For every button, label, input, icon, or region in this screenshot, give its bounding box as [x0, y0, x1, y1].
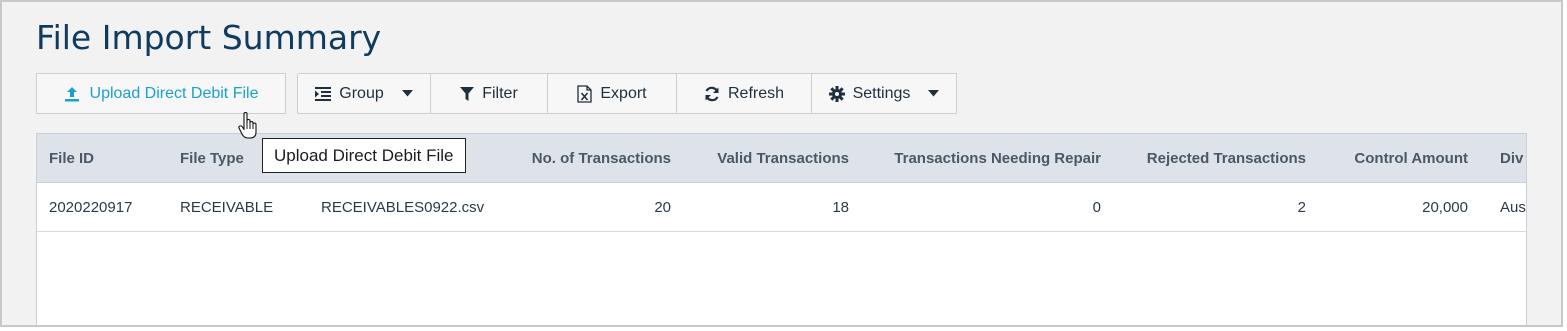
upload-button-tooltip: Upload Direct Debit File	[262, 138, 466, 173]
column-header-num-transactions[interactable]: No. of Transactions	[532, 150, 671, 167]
cell-division: Aus	[1500, 199, 1526, 216]
filter-button-label: Filter	[482, 84, 518, 102]
settings-button[interactable]: Settings	[811, 73, 957, 114]
column-header-file-type[interactable]: File Type	[180, 150, 244, 167]
chevron-down-icon	[401, 90, 413, 97]
gear-icon	[828, 85, 845, 102]
table-row[interactable]: 2020220917 RECEIVABLE RECEIVABLES0922.cs…	[37, 183, 1526, 232]
page-title: File Import Summary	[36, 18, 382, 57]
refresh-button-label: Refresh	[727, 84, 785, 102]
chevron-down-icon	[928, 90, 940, 97]
cell-file-id: 2020220917	[49, 199, 133, 216]
upload-button-label: Upload Direct Debit File	[89, 84, 259, 102]
file-import-table: File ID File Type No. of Transactions Va…	[36, 133, 1527, 325]
app-frame: File Import Summary Upload Direct Debit …	[0, 0, 1563, 327]
group-icon	[315, 86, 332, 101]
upload-icon	[64, 86, 80, 102]
group-button-label: Group	[339, 84, 384, 102]
cell-needing-repair: 0	[1092, 199, 1101, 216]
filter-button[interactable]: Filter	[430, 73, 548, 114]
filter-icon	[460, 86, 475, 101]
column-header-needing-repair[interactable]: Transactions Needing Repair	[894, 150, 1101, 167]
refresh-button[interactable]: Refresh	[676, 73, 812, 114]
cell-file-name: RECEIVABLES0922.csv	[321, 199, 485, 216]
upload-direct-debit-button[interactable]: Upload Direct Debit File	[36, 73, 286, 114]
table-header: File ID File Type No. of Transactions Va…	[37, 134, 1526, 183]
hand-pointer-icon	[238, 111, 260, 145]
column-header-control-amount[interactable]: Control Amount	[1354, 150, 1468, 167]
cell-control-amount: 20,000	[1422, 199, 1468, 216]
settings-button-label: Settings	[852, 84, 911, 102]
cell-num-transactions: 20	[654, 199, 671, 216]
cell-file-type: RECEIVABLE	[180, 199, 274, 216]
column-header-division[interactable]: Div	[1500, 150, 1523, 167]
column-header-rejected[interactable]: Rejected Transactions	[1147, 150, 1306, 167]
column-header-valid-transactions[interactable]: Valid Transactions	[717, 150, 849, 167]
cell-rejected: 2	[1297, 199, 1306, 216]
column-header-file-id[interactable]: File ID	[49, 150, 94, 167]
group-button[interactable]: Group	[297, 73, 431, 114]
refresh-icon	[704, 86, 720, 102]
excel-export-icon	[577, 84, 593, 103]
export-button[interactable]: Export	[547, 73, 677, 114]
cell-valid-transactions: 18	[832, 199, 849, 216]
export-button-label: Export	[600, 84, 647, 102]
